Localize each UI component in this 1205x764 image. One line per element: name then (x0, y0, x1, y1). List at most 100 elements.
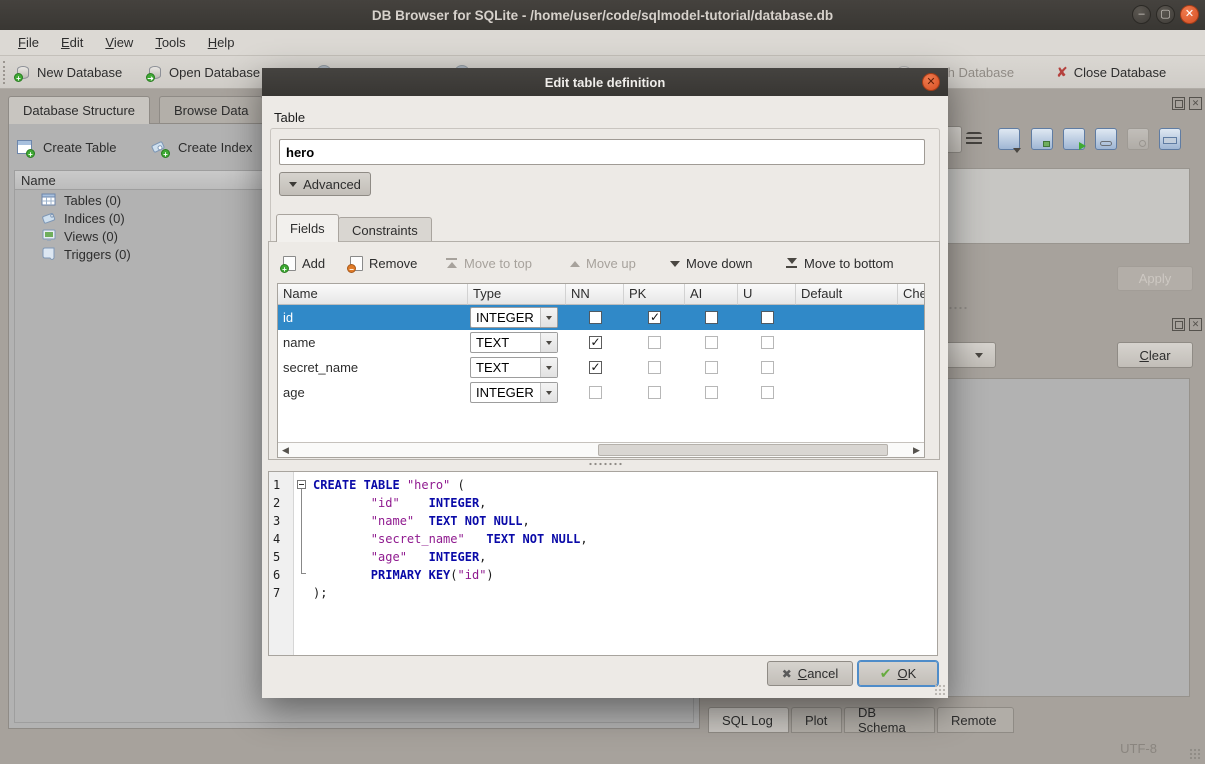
nn-checkbox[interactable] (589, 311, 602, 324)
apply-button: Apply (1117, 266, 1193, 291)
ok-button[interactable]: ✔ OK (858, 661, 938, 686)
pk-checkbox[interactable] (648, 311, 661, 324)
table-label: Table (274, 110, 305, 125)
indices-icon (41, 211, 57, 225)
tab-remote[interactable]: Remote (937, 707, 1014, 733)
edit-table-definition-dialog: Edit table definition ✕ Table Advanced F… (262, 68, 948, 698)
close-database-button[interactable]: ✘ Close Database (1052, 60, 1170, 85)
dialog-close-button[interactable]: ✕ (922, 73, 940, 91)
dialog-resize-grip[interactable] (934, 684, 945, 695)
minimize-button[interactable]: – (1132, 5, 1151, 24)
dialog-title: Edit table definition (545, 75, 666, 90)
column-header-name[interactable]: Name (278, 284, 468, 305)
table-name-input[interactable] (279, 139, 925, 165)
log-dock-float-icon[interactable] (1172, 318, 1185, 331)
tab-constraints[interactable]: Constraints (338, 217, 432, 242)
type-combobox[interactable]: TEXT (470, 357, 558, 378)
tab-fields[interactable]: Fields (276, 214, 339, 242)
nn-checkbox[interactable] (589, 386, 602, 399)
export-icon[interactable] (1063, 128, 1085, 150)
menu-file[interactable]: File (8, 32, 49, 53)
toolbar-drag-handle[interactable] (3, 61, 6, 84)
table-row[interactable]: secret_name TEXT (278, 355, 925, 380)
menu-tools[interactable]: Tools (145, 32, 195, 53)
tree-item-indices[interactable]: Indices (0) (41, 209, 125, 227)
menu-help[interactable]: Help (198, 32, 245, 53)
move-to-top-icon (447, 258, 458, 270)
tree-item-tables[interactable]: Tables (0) (41, 191, 121, 209)
word-wrap-icon[interactable] (966, 132, 982, 146)
save-icon[interactable] (1031, 128, 1053, 150)
add-field-button[interactable]: + Add (283, 251, 325, 276)
advanced-button[interactable]: Advanced (279, 172, 371, 196)
tab-database-structure[interactable]: Database Structure (8, 96, 150, 124)
column-header-pk[interactable]: PK (624, 284, 685, 305)
tree-item-views[interactable]: Views (0) (41, 227, 118, 245)
dialog-splitter-handle[interactable] (588, 462, 622, 466)
pk-checkbox[interactable] (648, 386, 661, 399)
nn-checkbox[interactable] (589, 361, 602, 374)
move-down-button[interactable]: Move down (670, 251, 752, 276)
ai-checkbox[interactable] (705, 361, 718, 374)
dock-close-icon[interactable]: ✕ (1189, 97, 1202, 110)
column-header-nn[interactable]: NN (566, 284, 624, 305)
import-icon[interactable] (998, 128, 1020, 150)
create-table-button[interactable]: + Create Table (17, 134, 116, 160)
type-combobox[interactable]: TEXT (470, 332, 558, 353)
menubar: File Edit View Tools Help (0, 30, 1205, 56)
pk-checkbox[interactable] (648, 361, 661, 374)
maximize-button[interactable]: ▢ (1156, 5, 1175, 24)
open-database-button[interactable]: ➜ Open Database (144, 60, 264, 85)
link-icon[interactable] (1095, 128, 1117, 150)
scroll-left-icon[interactable]: ◀ (280, 445, 291, 456)
remove-field-button[interactable]: − Remove (350, 251, 417, 276)
horizontal-scrollbar[interactable]: ◀ ▶ (278, 442, 924, 457)
ai-checkbox[interactable] (705, 311, 718, 324)
nn-checkbox[interactable] (589, 336, 602, 349)
column-header-ai[interactable]: AI (685, 284, 738, 305)
window-titlebar: DB Browser for SQLite - /home/user/code/… (0, 0, 1205, 30)
type-combobox[interactable]: INTEGER (470, 307, 558, 328)
menu-view[interactable]: View (95, 32, 143, 53)
table-row[interactable]: age INTEGER (278, 380, 925, 405)
u-checkbox[interactable] (761, 311, 774, 324)
move-to-bottom-button[interactable]: Move to bottom (787, 251, 894, 276)
tree-item-triggers[interactable]: Triggers (0) (41, 245, 131, 263)
dock-float-icon[interactable] (1172, 97, 1185, 110)
pk-checkbox[interactable] (648, 336, 661, 349)
menu-edit[interactable]: Edit (51, 32, 93, 53)
table-row[interactable]: name TEXT (278, 330, 925, 355)
column-header-check[interactable]: Check (898, 284, 925, 305)
column-header-default[interactable]: Default (796, 284, 898, 305)
u-checkbox[interactable] (761, 336, 774, 349)
scrollbar-thumb[interactable] (598, 444, 888, 456)
close-button[interactable]: ✕ (1180, 5, 1199, 24)
table-row[interactable]: id INTEGER (278, 305, 925, 330)
tab-db-schema[interactable]: DB Schema (844, 707, 935, 733)
sql-line: "secret_name" TEXT NOT NULL, (313, 530, 588, 548)
clear-button[interactable]: Clear (1117, 342, 1193, 368)
print-icon[interactable] (1159, 128, 1181, 150)
scroll-right-icon[interactable]: ▶ (911, 445, 922, 456)
sql-preview-editor[interactable]: 1 2 3 4 5 6 7 CREATE TABLE "hero" ( "id"… (268, 471, 938, 656)
log-dock-close-icon[interactable]: ✕ (1189, 318, 1202, 331)
column-header-type[interactable]: Type (468, 284, 566, 305)
u-checkbox[interactable] (761, 386, 774, 399)
fold-marker-icon[interactable] (297, 480, 306, 489)
tab-browse-data[interactable]: Browse Data (159, 96, 263, 123)
add-icon: + (283, 256, 296, 271)
dialog-titlebar[interactable]: Edit table definition ✕ (262, 68, 948, 96)
fields-table: Name Type NN PK AI U Default Check id IN… (277, 283, 925, 458)
type-combobox[interactable]: INTEGER (470, 382, 558, 403)
tab-sql-log[interactable]: SQL Log (708, 707, 789, 733)
u-checkbox[interactable] (761, 361, 774, 374)
ai-checkbox[interactable] (705, 336, 718, 349)
create-index-button[interactable]: + Create Index (151, 134, 252, 160)
move-up-icon (570, 261, 580, 267)
resize-grip[interactable] (1189, 748, 1201, 760)
new-database-button[interactable]: + New Database (12, 60, 126, 85)
ai-checkbox[interactable] (705, 386, 718, 399)
cancel-button[interactable]: ✖ Cancel (767, 661, 853, 686)
tab-plot[interactable]: Plot (791, 707, 842, 733)
column-header-u[interactable]: U (738, 284, 796, 305)
